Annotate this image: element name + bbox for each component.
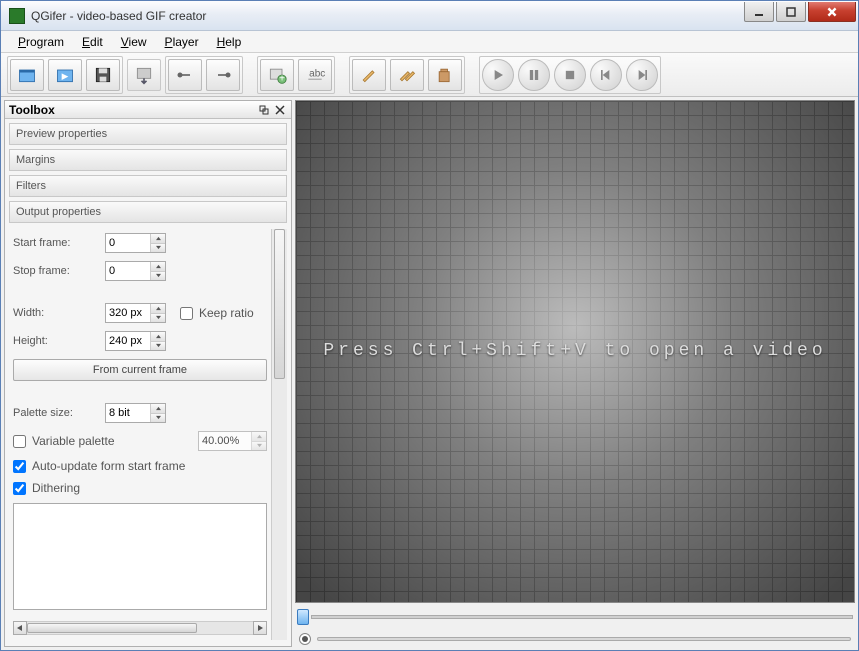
position-indicator-icon[interactable] bbox=[299, 633, 311, 645]
spin-down-icon[interactable] bbox=[151, 414, 165, 423]
menubar: Program Edit View Player Help bbox=[1, 31, 858, 53]
height-input[interactable] bbox=[105, 331, 166, 351]
spin-down-icon[interactable] bbox=[151, 272, 165, 281]
toolbar-group-file bbox=[7, 56, 123, 94]
spin-down-icon[interactable] bbox=[151, 342, 165, 351]
undock-icon[interactable] bbox=[257, 103, 271, 117]
section-filters[interactable]: Filters bbox=[9, 175, 287, 197]
menu-edit[interactable]: Edit bbox=[73, 33, 112, 51]
variable-palette-checkbox[interactable] bbox=[13, 435, 26, 448]
prev-frame-button[interactable] bbox=[590, 59, 622, 91]
scroll-thumb[interactable] bbox=[274, 229, 285, 379]
position-slider[interactable] bbox=[295, 631, 855, 647]
spin-down-icon[interactable] bbox=[151, 314, 165, 323]
auto-update-label: Auto-update form start frame bbox=[32, 459, 185, 473]
window-controls bbox=[744, 1, 858, 30]
palette-preview-box bbox=[13, 503, 267, 610]
menu-help[interactable]: Help bbox=[208, 33, 251, 51]
spin-up-icon[interactable] bbox=[151, 332, 165, 342]
spin-up-icon[interactable] bbox=[151, 234, 165, 244]
scroll-thumb[interactable] bbox=[27, 623, 197, 633]
stop-frame-label: Stop frame: bbox=[13, 265, 99, 277]
preview-hint-text: Press Ctrl+Shift+V to open a video bbox=[296, 341, 854, 361]
open-video-button[interactable] bbox=[10, 59, 44, 91]
output-properties-panel: Start frame: Stop frame: Width: Keep rat… bbox=[9, 227, 287, 642]
window-title: QGifer - video-based GIF creator bbox=[31, 9, 744, 23]
section-margins[interactable]: Margins bbox=[9, 149, 287, 171]
toolbar-group-player bbox=[479, 56, 661, 94]
palette-size-label: Palette size: bbox=[13, 407, 99, 419]
app-icon bbox=[9, 8, 25, 24]
palette-size-input[interactable] bbox=[105, 403, 166, 423]
toolbar-group-object: + abc bbox=[257, 56, 335, 94]
toolbox-header: Toolbox bbox=[5, 101, 291, 119]
start-frame-input[interactable] bbox=[105, 233, 166, 253]
scroll-left-icon[interactable] bbox=[13, 621, 27, 635]
pause-button[interactable] bbox=[518, 59, 550, 91]
delete-object-button[interactable] bbox=[428, 59, 462, 91]
height-label: Height: bbox=[13, 335, 99, 347]
width-label: Width: bbox=[13, 307, 99, 319]
open-project-button[interactable] bbox=[48, 59, 82, 91]
play-button[interactable] bbox=[482, 59, 514, 91]
toolbox-vertical-scrollbar[interactable] bbox=[271, 229, 287, 640]
menu-player[interactable]: Player bbox=[156, 33, 208, 51]
spin-up-icon[interactable] bbox=[151, 404, 165, 414]
stop-button[interactable] bbox=[554, 59, 586, 91]
toolbox-panel: Toolbox Preview properties Margins Filte… bbox=[4, 100, 292, 647]
range-slider[interactable] bbox=[295, 609, 855, 625]
maximize-button[interactable] bbox=[776, 2, 806, 22]
edit-object-button[interactable] bbox=[352, 59, 386, 91]
keep-ratio-checkbox[interactable] bbox=[180, 307, 193, 320]
toolbox-body: Preview properties Margins Filters Outpu… bbox=[5, 119, 291, 646]
svg-text:+: + bbox=[279, 73, 285, 84]
auto-update-checkbox[interactable] bbox=[13, 460, 26, 473]
section-preview-properties[interactable]: Preview properties bbox=[9, 123, 287, 145]
spin-up-icon[interactable] bbox=[151, 304, 165, 314]
variable-palette-label: Variable palette bbox=[32, 434, 115, 448]
dithering-checkbox[interactable] bbox=[13, 482, 26, 495]
keep-ratio-label: Keep ratio bbox=[199, 306, 254, 320]
toolbar-group-frame bbox=[165, 56, 243, 94]
export-gif-button[interactable] bbox=[127, 59, 161, 91]
insert-image-button[interactable]: + bbox=[260, 59, 294, 91]
edit-multiple-button[interactable] bbox=[390, 59, 424, 91]
preview-panel: Press Ctrl+Shift+V to open a video bbox=[295, 100, 855, 647]
width-input[interactable] bbox=[105, 303, 166, 323]
variable-palette-pct-input[interactable] bbox=[198, 431, 267, 451]
section-output-properties[interactable]: Output properties bbox=[9, 201, 287, 223]
minimize-button[interactable] bbox=[744, 2, 774, 22]
slider-thumb[interactable] bbox=[297, 609, 309, 625]
start-frame-label: Start frame: bbox=[13, 237, 99, 249]
spin-down-icon[interactable] bbox=[151, 244, 165, 253]
dithering-label: Dithering bbox=[32, 481, 80, 495]
menu-program[interactable]: Program bbox=[9, 33, 73, 51]
close-button[interactable] bbox=[808, 2, 856, 22]
menu-view[interactable]: View bbox=[112, 33, 156, 51]
video-preview-area: Press Ctrl+Shift+V to open a video bbox=[295, 100, 855, 603]
spin-down-icon[interactable] bbox=[252, 442, 266, 451]
spin-up-icon[interactable] bbox=[151, 262, 165, 272]
toolbar-group-edit bbox=[349, 56, 465, 94]
toolbox-horizontal-scrollbar[interactable] bbox=[13, 620, 267, 636]
position-track[interactable] bbox=[317, 637, 851, 641]
toolbox-title: Toolbox bbox=[9, 103, 55, 117]
set-start-frame-button[interactable] bbox=[168, 59, 202, 91]
toolbar: + abc bbox=[1, 53, 858, 97]
insert-text-button[interactable]: abc bbox=[298, 59, 332, 91]
stop-frame-input[interactable] bbox=[105, 261, 166, 281]
next-frame-button[interactable] bbox=[626, 59, 658, 91]
set-stop-frame-button[interactable] bbox=[206, 59, 240, 91]
titlebar: QGifer - video-based GIF creator bbox=[1, 1, 858, 31]
main-area: Toolbox Preview properties Margins Filte… bbox=[1, 97, 858, 650]
svg-text:abc: abc bbox=[309, 68, 325, 79]
save-button[interactable] bbox=[86, 59, 120, 91]
spin-up-icon[interactable] bbox=[252, 432, 266, 442]
close-toolbox-icon[interactable] bbox=[273, 103, 287, 117]
scroll-right-icon[interactable] bbox=[253, 621, 267, 635]
slider-track[interactable] bbox=[311, 615, 853, 619]
from-current-frame-button[interactable]: From current frame bbox=[13, 359, 267, 381]
